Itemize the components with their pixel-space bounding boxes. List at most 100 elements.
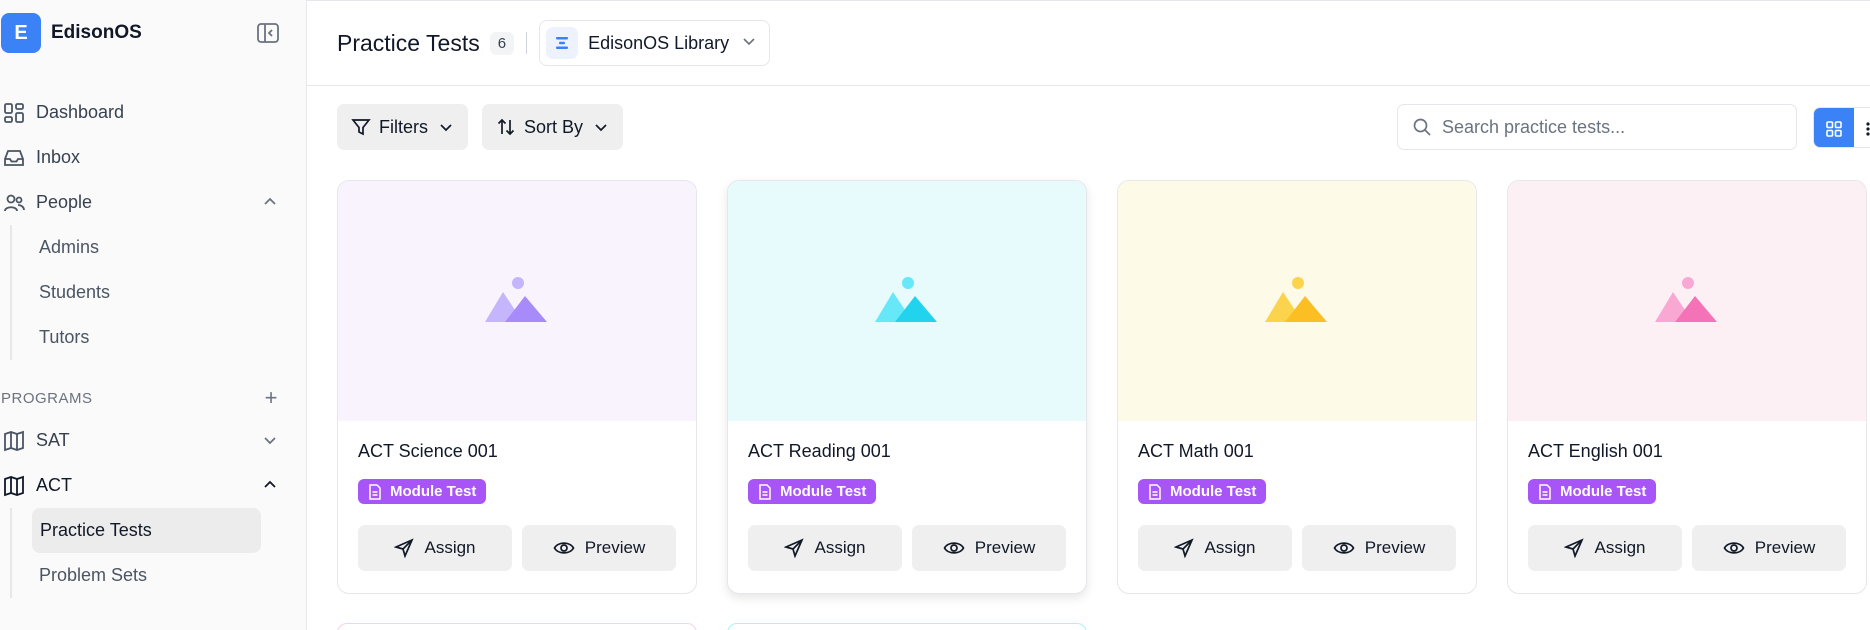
preview-button[interactable]: Preview xyxy=(912,524,1066,571)
list-icon xyxy=(1866,121,1870,136)
card-actions: Assign Preview xyxy=(358,524,676,571)
nav-item-dashboard[interactable]: Dashboard xyxy=(0,90,306,135)
preview-label: Preview xyxy=(1754,537,1816,557)
module-test-badge: Module Test xyxy=(358,479,487,504)
chevron-down-icon xyxy=(440,124,452,132)
chevron-down-icon xyxy=(595,124,607,132)
sidebar-item-students[interactable]: Students xyxy=(12,270,306,315)
badge-label: Module Test xyxy=(390,483,477,500)
assign-button[interactable]: Assign xyxy=(748,524,902,571)
filters-label: Filters xyxy=(379,116,428,137)
chevron-down-icon[interactable] xyxy=(261,431,279,449)
nav-item-act[interactable]: ACT xyxy=(0,463,306,508)
filter-icon xyxy=(351,119,371,136)
app-name: EdisonOS xyxy=(51,22,142,43)
search-input[interactable] xyxy=(1442,116,1772,138)
sidebar-item-practice-tests[interactable]: Practice Tests xyxy=(32,508,261,553)
chevron-up-icon[interactable] xyxy=(261,476,279,494)
preview-button[interactable]: Preview xyxy=(1692,524,1846,571)
count-badge: 6 xyxy=(489,31,515,55)
library-select[interactable]: EdisonOS Library xyxy=(539,20,771,66)
nav-label-act: ACT xyxy=(36,475,72,495)
module-test-badge: Module Test xyxy=(1528,479,1657,504)
image-placeholder-icon xyxy=(1265,277,1327,322)
eye-icon xyxy=(553,541,575,554)
preview-label: Preview xyxy=(584,537,646,557)
view-toggle xyxy=(1813,107,1870,148)
sidebar-item-admins[interactable]: Admins xyxy=(12,225,306,270)
nav-label-sat: SAT xyxy=(36,430,70,450)
preview-label: Preview xyxy=(1364,537,1426,557)
send-icon xyxy=(394,537,415,558)
page-header: Practice Tests 6 EdisonOS Library xyxy=(307,0,1870,86)
main-content: Practice Tests 6 EdisonOS Library Filter… xyxy=(307,0,1870,630)
document-icon xyxy=(759,483,771,500)
library-name: EdisonOS Library xyxy=(588,32,730,53)
preview-button[interactable]: Preview xyxy=(522,524,676,571)
book-icon xyxy=(2,429,26,453)
app-logo: E xyxy=(1,13,41,53)
assign-button[interactable]: Assign xyxy=(1138,524,1292,571)
card-thumbnail xyxy=(728,181,1086,421)
assign-button[interactable]: Assign xyxy=(358,524,512,571)
page-title: Practice Tests xyxy=(337,29,480,56)
library-logo-icon xyxy=(546,27,579,59)
badge-label: Module Test xyxy=(1560,483,1647,500)
send-icon xyxy=(784,537,805,558)
nav-label-inbox: Inbox xyxy=(36,147,81,167)
nav-item-people[interactable]: People xyxy=(0,180,306,225)
sidebar-collapse-icon[interactable] xyxy=(256,22,280,44)
image-placeholder-icon xyxy=(1655,277,1717,322)
people-icon xyxy=(2,191,26,215)
practice-test-card[interactable]: ACT Math 001 Module Test Assign Preview xyxy=(1117,180,1477,594)
list-view-button[interactable] xyxy=(1854,108,1870,147)
image-placeholder-icon xyxy=(485,277,547,322)
preview-button[interactable]: Preview xyxy=(1302,524,1456,571)
image-placeholder-icon xyxy=(875,277,937,322)
card-body: ACT Science 001 Module Test Assign Previ… xyxy=(338,421,696,571)
practice-test-grid: ACT Science 001 Module Test Assign Previ… xyxy=(337,180,1870,594)
assign-button[interactable]: Assign xyxy=(1528,524,1682,571)
sidebar-item-tutors[interactable]: Tutors xyxy=(12,315,306,360)
sort-icon xyxy=(497,118,515,136)
toolbar: Filters Sort By xyxy=(337,104,1870,150)
card-body: ACT English 001 Module Test Assign Previ… xyxy=(1508,421,1866,571)
card-body: ACT Math 001 Module Test Assign Preview xyxy=(1118,421,1476,571)
nav-item-inbox[interactable]: Inbox xyxy=(0,135,306,180)
programs-section: PROGRAMS + xyxy=(0,378,306,418)
sort-label: Sort By xyxy=(524,116,584,137)
search-icon xyxy=(1413,118,1431,136)
grid-view-button[interactable] xyxy=(1814,108,1854,147)
practice-test-card[interactable]: ACT English 001 Module Test Assign Previ… xyxy=(1507,180,1867,594)
document-icon xyxy=(1539,483,1551,500)
card-stub xyxy=(727,623,1087,630)
add-program-icon[interactable]: + xyxy=(265,385,278,411)
sidebar: E EdisonOS Dashboard Inbox People Admins… xyxy=(0,0,307,630)
module-test-badge: Module Test xyxy=(748,479,877,504)
practice-test-card[interactable]: ACT Science 001 Module Test Assign Previ… xyxy=(337,180,697,594)
card-actions: Assign Preview xyxy=(1528,524,1846,571)
badge-label: Module Test xyxy=(780,483,867,500)
eye-icon xyxy=(943,541,965,554)
search-box xyxy=(1397,104,1797,150)
dashboard-icon xyxy=(2,101,26,125)
card-thumbnail xyxy=(338,181,696,421)
card-title: ACT Math 001 xyxy=(1138,441,1254,461)
card-thumbnail xyxy=(1118,181,1476,421)
eye-icon xyxy=(1723,541,1745,554)
send-icon xyxy=(1564,537,1585,558)
assign-label: Assign xyxy=(1204,537,1256,557)
module-test-badge: Module Test xyxy=(1138,479,1267,504)
badge-label: Module Test xyxy=(1170,483,1257,500)
document-icon xyxy=(369,483,381,500)
nav-item-sat[interactable]: SAT xyxy=(0,418,306,463)
filters-button[interactable]: Filters xyxy=(337,104,468,150)
programs-title: PROGRAMS xyxy=(1,389,93,407)
inbox-icon xyxy=(2,146,26,170)
card-title: ACT English 001 xyxy=(1528,441,1663,461)
sidebar-item-problem-sets[interactable]: Problem Sets xyxy=(12,553,306,598)
card-body: ACT Reading 001 Module Test Assign Previ… xyxy=(728,421,1086,571)
sort-button[interactable]: Sort By xyxy=(482,104,624,150)
practice-test-card[interactable]: ACT Reading 001 Module Test Assign Previ… xyxy=(727,180,1087,594)
chevron-up-icon[interactable] xyxy=(261,193,279,211)
